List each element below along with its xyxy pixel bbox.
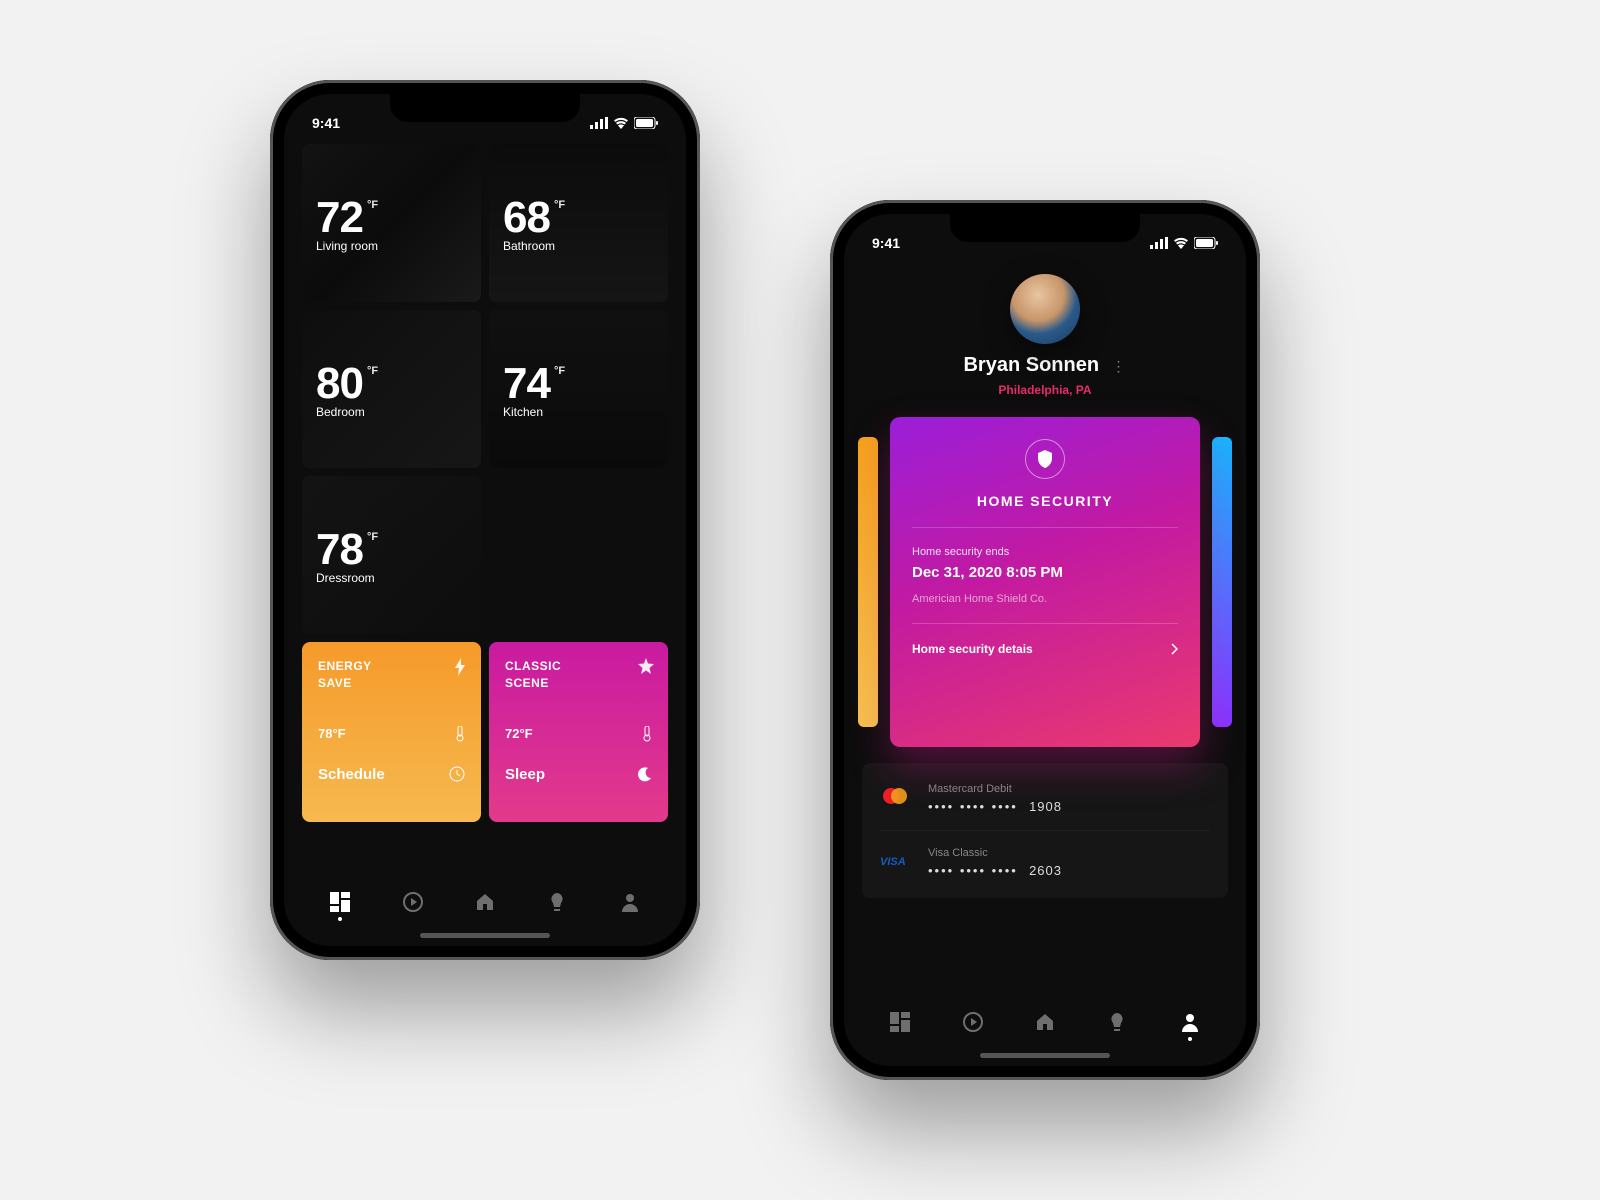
avatar[interactable] (1010, 274, 1080, 344)
security-title: HOME SECURITY (912, 493, 1178, 509)
visa-icon: VISA (880, 854, 914, 872)
thermometer-icon (642, 726, 652, 742)
room-name: Kitchen (503, 405, 654, 419)
tab-profile[interactable] (610, 892, 650, 921)
more-icon[interactable]: ⋮ (1112, 358, 1127, 375)
room-card-bedroom[interactable]: 80 °F Bedroom (302, 310, 481, 468)
room-unit: °F (367, 531, 378, 543)
profile-name: Bryan Sonnen (963, 354, 1099, 377)
scene-temp: 72°F (505, 726, 533, 741)
dashboard-icon (890, 1012, 910, 1032)
carousel-card-prev[interactable] (858, 437, 878, 727)
room-name: Living room (316, 239, 467, 253)
room-temp: 68 (503, 193, 550, 243)
payment-mask: •••• •••• •••• (928, 799, 1018, 814)
phone-rooms: 9:41 72°F Living room 68°F Bathroom 80°F (270, 80, 700, 960)
clock-icon (449, 766, 465, 782)
room-temp: 78 (316, 525, 363, 575)
scene-action: Sleep (505, 766, 545, 783)
payment-row-visa[interactable]: VISA Visa Classic •••• •••• •••• 2603 (880, 831, 1210, 894)
payment-list: Mastercard Debit •••• •••• •••• 1908 VIS… (862, 763, 1228, 898)
room-temp: 80 (316, 359, 363, 409)
star-icon (638, 658, 654, 674)
room-card-dressroom[interactable]: 78 °F Dressroom (302, 476, 481, 634)
security-ends-label: Home security ends (912, 546, 1178, 558)
security-details-link[interactable]: Home security detais (912, 642, 1178, 656)
battery-icon (634, 117, 658, 129)
battery-icon (1194, 237, 1218, 249)
room-unit: °F (367, 199, 378, 211)
security-card[interactable]: HOME SECURITY Home security ends Dec 31,… (890, 417, 1200, 747)
security-link-label: Home security detais (912, 642, 1033, 656)
signal-icon (590, 117, 608, 129)
thermometer-icon (455, 726, 465, 742)
phone-profile: 9:41 Bryan Sonnen ⋮ Philadelphia, PA (830, 200, 1260, 1080)
scene-title-line: SCENE (505, 676, 549, 690)
room-name: Dressroom (316, 571, 467, 585)
tab-dashboard[interactable] (880, 1012, 920, 1041)
bulb-icon (1107, 1012, 1127, 1032)
status-time: 9:41 (872, 235, 900, 251)
tab-bulb[interactable] (537, 892, 577, 921)
wifi-icon (613, 117, 629, 129)
play-icon (963, 1012, 983, 1032)
scene-card-classic-scene[interactable]: CLASSIC SCENE 72°F Sleep (489, 642, 668, 822)
play-icon (403, 892, 423, 912)
room-unit: °F (554, 199, 565, 211)
tab-home[interactable] (1025, 1012, 1065, 1041)
payment-row-mastercard[interactable]: Mastercard Debit •••• •••• •••• 1908 (880, 767, 1210, 831)
scene-title-line: SAVE (318, 676, 352, 690)
svg-text:VISA: VISA (880, 856, 906, 867)
tab-bulb[interactable] (1097, 1012, 1137, 1041)
person-icon (1180, 1012, 1200, 1032)
scene-title-line: ENERGY (318, 659, 372, 673)
carousel-card-next[interactable] (1212, 437, 1232, 727)
shield-icon (1025, 439, 1065, 479)
scene-card-energy-save[interactable]: ENERGY SAVE 78°F Schedule (302, 642, 481, 822)
tab-home[interactable] (465, 892, 505, 921)
profile-location: Philadelphia, PA (862, 383, 1228, 397)
payment-label: Visa Classic (928, 847, 1210, 859)
room-name: Bedroom (316, 405, 467, 419)
security-company: Americian Home Shield Co. (912, 593, 1178, 605)
notch (950, 214, 1140, 242)
room-temp: 72 (316, 193, 363, 243)
bulb-icon (547, 892, 567, 912)
chevron-right-icon (1171, 643, 1178, 655)
room-unit: °F (554, 365, 565, 377)
scene-temp: 78°F (318, 726, 346, 741)
room-card-kitchen[interactable]: 74 °F Kitchen (489, 310, 668, 468)
dashboard-icon (330, 892, 350, 912)
scene-action: Schedule (318, 766, 385, 783)
payment-last4: 1908 (1029, 799, 1062, 814)
payment-label: Mastercard Debit (928, 783, 1210, 795)
home-icon (475, 892, 495, 912)
person-icon (620, 892, 640, 912)
tab-play[interactable] (953, 1012, 993, 1041)
security-ends-value: Dec 31, 2020 8:05 PM (912, 564, 1178, 581)
room-temp: 74 (503, 359, 550, 409)
home-indicator[interactable] (980, 1053, 1110, 1058)
payment-mask: •••• •••• •••• (928, 863, 1018, 878)
tab-dashboard[interactable] (320, 892, 360, 921)
moon-icon (637, 767, 652, 782)
status-time: 9:41 (312, 115, 340, 131)
wifi-icon (1173, 237, 1189, 249)
payment-last4: 2603 (1029, 863, 1062, 878)
room-name: Bathroom (503, 239, 654, 253)
tab-profile[interactable] (1170, 1012, 1210, 1041)
scene-title-line: CLASSIC (505, 659, 561, 673)
tab-play[interactable] (393, 892, 433, 921)
notch (390, 94, 580, 122)
signal-icon (1150, 237, 1168, 249)
home-indicator[interactable] (420, 933, 550, 938)
home-icon (1035, 1012, 1055, 1032)
room-card-bathroom[interactable]: 68 °F Bathroom (489, 144, 668, 302)
bolt-icon (453, 658, 467, 676)
room-unit: °F (367, 365, 378, 377)
room-card-living-room[interactable]: 72 °F Living room (302, 144, 481, 302)
mastercard-icon (880, 786, 914, 811)
